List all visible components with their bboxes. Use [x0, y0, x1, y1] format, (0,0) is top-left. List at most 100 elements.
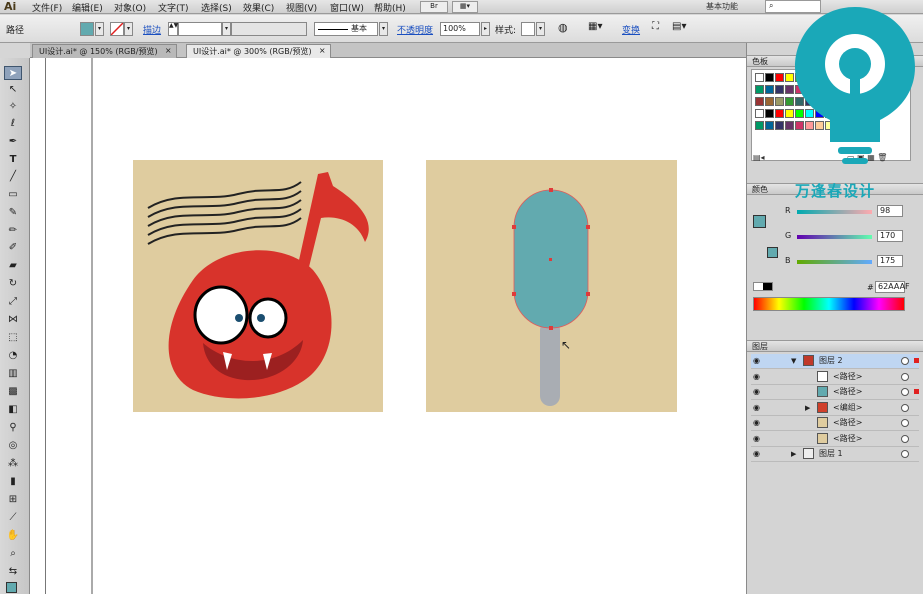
stroke-weight-dropdown[interactable]: ▾: [222, 22, 231, 36]
variable-width-profile[interactable]: [231, 22, 307, 36]
color-spectrum[interactable]: [753, 297, 905, 311]
visibility-eye-icon[interactable]: ◉: [753, 432, 760, 446]
color-r-slider[interactable]: [797, 210, 872, 214]
color-none-white-black[interactable]: [753, 282, 773, 291]
swatch-chip[interactable]: [755, 109, 764, 118]
color-fill-swatch[interactable]: [753, 215, 766, 228]
isolate-icon[interactable]: ⛶: [652, 21, 659, 32]
color-b-input[interactable]: 175: [877, 255, 903, 267]
panel-menu-icon[interactable]: ▤▾: [672, 21, 686, 32]
gradient-tool-icon[interactable]: ◧: [4, 403, 22, 417]
line-tool-icon[interactable]: ╱: [4, 170, 22, 184]
brush-definition[interactable]: 基本: [314, 22, 378, 36]
direct-selection-tool-icon[interactable]: ↖: [4, 83, 22, 97]
tab-document-300[interactable]: UI设计.ai* @ 300% (RGB/预览) ×: [186, 44, 331, 58]
symbol-sprayer-tool-icon[interactable]: ⁂: [4, 457, 22, 471]
lasso-tool-icon[interactable]: ℓ: [4, 117, 22, 131]
swatch-chip[interactable]: [775, 109, 784, 118]
fill-color-indicator[interactable]: [6, 582, 17, 593]
layer-expand-icon[interactable]: ▶: [791, 447, 796, 461]
target-circle-icon[interactable]: [901, 357, 909, 365]
swatch-chip[interactable]: [765, 97, 774, 106]
fill-dropdown[interactable]: ▾: [95, 22, 104, 36]
transform-link[interactable]: 变换: [622, 23, 640, 36]
blob-brush-tool-icon[interactable]: ✐: [4, 241, 22, 255]
pencil-tool-icon[interactable]: ✏: [4, 224, 22, 238]
zoom-tool-icon[interactable]: ⌕: [4, 547, 22, 561]
align-icon[interactable]: ▦▾: [588, 21, 602, 32]
type-tool-icon[interactable]: T: [4, 153, 22, 167]
width-tool-icon[interactable]: ⋈: [4, 313, 22, 327]
target-circle-icon[interactable]: [901, 450, 909, 458]
pen-tool-icon[interactable]: ✒: [4, 135, 22, 149]
layer-expand-icon[interactable]: ▶: [805, 401, 810, 415]
column-graph-tool-icon[interactable]: ▮: [4, 475, 22, 489]
bridge-button[interactable]: Br: [420, 1, 448, 13]
menu-object[interactable]: 对象(O): [114, 1, 146, 14]
color-b-slider[interactable]: [797, 260, 872, 264]
visibility-eye-icon[interactable]: ◉: [753, 447, 760, 461]
stroke-weight-stepper[interactable]: ▲▼: [168, 22, 178, 36]
magic-wand-tool-icon[interactable]: ✧: [4, 100, 22, 114]
perspective-grid-tool-icon[interactable]: ▥: [4, 367, 22, 381]
layer-expand-icon[interactable]: ▼: [791, 354, 796, 368]
menu-file[interactable]: 文件(F): [32, 1, 62, 14]
hand-tool-icon[interactable]: ✋: [4, 529, 22, 543]
arrange-documents-button[interactable]: ▦▾: [452, 1, 478, 13]
free-transform-tool-icon[interactable]: ⬚: [4, 331, 22, 345]
selection-tool-icon[interactable]: ➤: [4, 66, 22, 80]
tab-document-150[interactable]: UI设计.ai* @ 150% (RGB/预览) ×: [32, 44, 177, 58]
opacity-input[interactable]: 100%: [440, 22, 480, 36]
paintbrush-tool-icon[interactable]: ✎: [4, 206, 22, 220]
workspace-switcher[interactable]: 基本功能: [706, 1, 738, 12]
rotate-tool-icon[interactable]: ↻: [4, 277, 22, 291]
artwork-popsicle[interactable]: [426, 160, 677, 412]
layer-row[interactable]: ◉ ▶ 图层 1: [751, 447, 919, 462]
swatch-chip[interactable]: [775, 97, 784, 106]
scale-tool-icon[interactable]: ⤢: [4, 295, 22, 309]
swatch-chip[interactable]: [765, 85, 774, 94]
visibility-eye-icon[interactable]: ◉: [753, 370, 760, 384]
selection-indicator[interactable]: [914, 389, 919, 394]
swatch-chip[interactable]: [755, 85, 764, 94]
target-circle-icon[interactable]: [901, 372, 909, 381]
menu-type[interactable]: 文字(T): [158, 1, 189, 14]
color-g-slider[interactable]: [797, 235, 872, 239]
visibility-eye-icon[interactable]: ◉: [753, 416, 760, 430]
rectangle-tool-icon[interactable]: ▭: [4, 188, 22, 202]
close-icon[interactable]: ×: [165, 46, 172, 55]
color-stroke-swatch[interactable]: [767, 247, 778, 258]
graphic-style-dropdown[interactable]: ▾: [536, 22, 545, 36]
graphic-style-swatch[interactable]: [521, 22, 535, 36]
stroke-swatch[interactable]: [110, 22, 124, 36]
close-icon[interactable]: ×: [319, 46, 326, 55]
visibility-eye-icon[interactable]: ◉: [753, 385, 760, 399]
visibility-eye-icon[interactable]: ◉: [753, 354, 760, 368]
swatch-chip[interactable]: [775, 85, 784, 94]
color-hex-input[interactable]: 62AAAF: [875, 281, 910, 293]
shape-builder-tool-icon[interactable]: ◔: [4, 349, 22, 363]
target-circle-icon[interactable]: [901, 388, 909, 396]
swatch-chip[interactable]: [765, 73, 774, 82]
swatch-chip[interactable]: [775, 121, 784, 130]
swatch-chip[interactable]: [755, 121, 764, 130]
stroke-weight-input[interactable]: [178, 22, 222, 36]
menu-window[interactable]: 窗口(W): [330, 1, 364, 14]
recolor-artwork-icon[interactable]: ◍: [558, 21, 568, 34]
stroke-link[interactable]: 描边: [143, 23, 161, 36]
target-circle-icon[interactable]: [901, 419, 909, 427]
stroke-dropdown[interactable]: ▾: [124, 22, 133, 36]
swatch-library-icon[interactable]: ▤◂: [753, 153, 765, 162]
color-r-input[interactable]: 98: [877, 205, 903, 217]
layer-row[interactable]: ◉ ▼ 图层 2: [751, 354, 919, 369]
swatch-chip[interactable]: [765, 121, 774, 130]
opacity-dropdown[interactable]: ▸: [481, 22, 490, 36]
swatch-chip[interactable]: [755, 97, 764, 106]
artboard-tool-icon[interactable]: ⊞: [4, 493, 22, 507]
target-circle-icon[interactable]: [901, 403, 909, 412]
target-circle-icon[interactable]: [901, 434, 909, 443]
selection-indicator[interactable]: [914, 358, 919, 363]
layer-row[interactable]: ◉ <路径>: [751, 416, 919, 431]
eraser-tool-icon[interactable]: ▰: [4, 259, 22, 273]
menu-effect[interactable]: 效果(C): [243, 1, 274, 14]
